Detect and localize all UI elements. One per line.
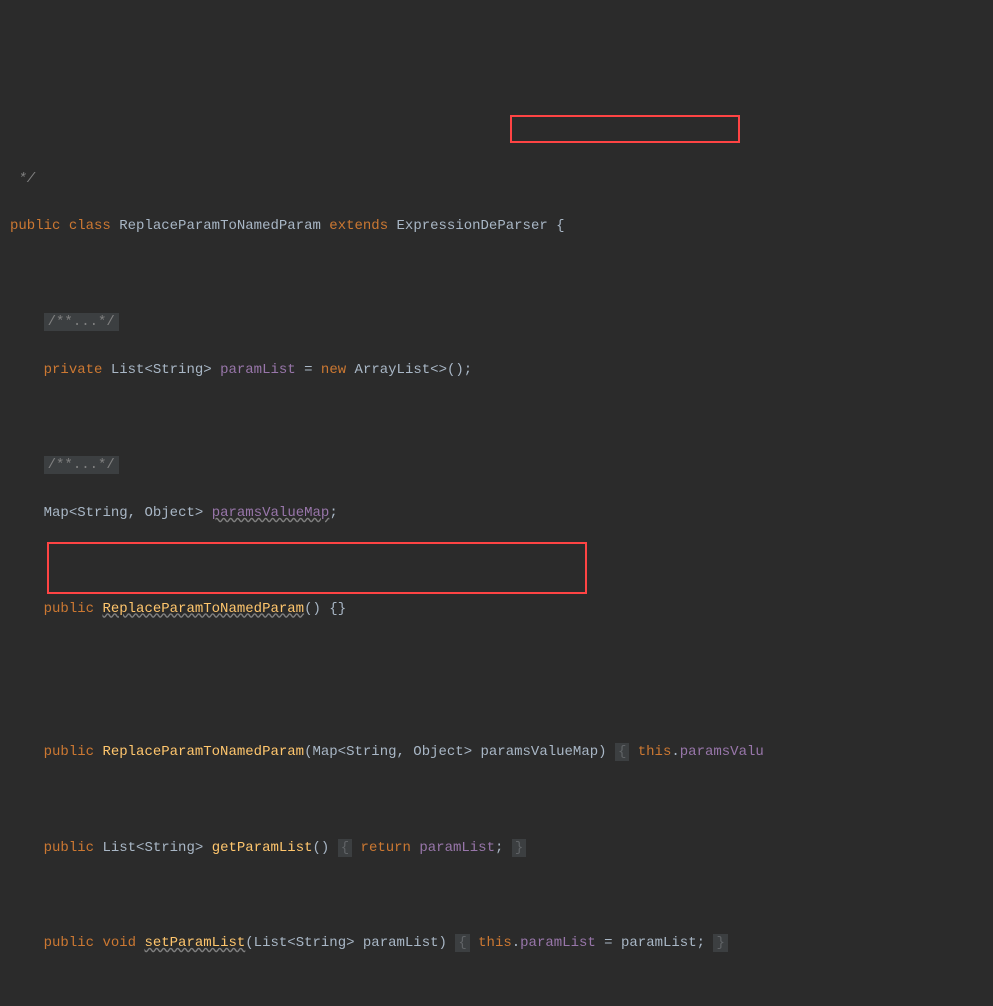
highlight-superclass bbox=[510, 115, 740, 143]
field-ref: paramsValu bbox=[680, 744, 764, 760]
type: Object bbox=[144, 505, 194, 521]
type: String bbox=[153, 362, 203, 378]
diamond: <> bbox=[430, 362, 447, 378]
keyword-public: public bbox=[44, 744, 94, 760]
keyword-return: return bbox=[361, 840, 411, 856]
class-name: ReplaceParamToNamedParam bbox=[119, 218, 321, 234]
params: (List<String> paramList) bbox=[245, 935, 447, 951]
field-ref: paramList bbox=[520, 935, 596, 951]
constructor-name: ReplaceParamToNamedParam bbox=[102, 744, 304, 760]
code-line[interactable] bbox=[10, 549, 983, 573]
code-line[interactable]: /**...*/ bbox=[10, 310, 983, 334]
comment-close: */ bbox=[18, 171, 35, 187]
type: List bbox=[102, 840, 136, 856]
keyword-this: this bbox=[478, 935, 512, 951]
param-ref: paramList bbox=[621, 935, 697, 951]
code-line[interactable] bbox=[10, 692, 983, 716]
code-line[interactable] bbox=[10, 884, 983, 908]
code-line[interactable]: public class ReplaceParamToNamedParam ex… bbox=[10, 214, 983, 238]
field-paramlist: paramList bbox=[220, 362, 296, 378]
constructor-name: ReplaceParamToNamedParam bbox=[102, 601, 304, 617]
type: String bbox=[144, 840, 194, 856]
brace: { bbox=[455, 934, 469, 952]
collapsed-javadoc[interactable]: /**...*/ bbox=[44, 456, 119, 474]
open-brace: { bbox=[556, 218, 564, 234]
code-line[interactable]: Map<String, Object> paramsValueMap; bbox=[10, 501, 983, 525]
code-line[interactable]: private List<String> paramList = new Arr… bbox=[10, 358, 983, 382]
keyword-class: class bbox=[69, 218, 111, 234]
brace: } bbox=[512, 839, 526, 857]
type: ArrayList bbox=[355, 362, 431, 378]
type: List bbox=[111, 362, 145, 378]
type: String bbox=[77, 505, 127, 521]
keyword-extends: extends bbox=[329, 218, 388, 234]
code-line[interactable]: public ReplaceParamToNamedParam(Map<Stri… bbox=[10, 740, 983, 764]
dot: . bbox=[512, 935, 520, 951]
keyword-private: private bbox=[44, 362, 103, 378]
code-line[interactable] bbox=[10, 262, 983, 286]
keyword-public: public bbox=[44, 601, 94, 617]
brace: } bbox=[713, 934, 727, 952]
code-line[interactable] bbox=[10, 406, 983, 430]
keyword-this: this bbox=[638, 744, 672, 760]
brace: { bbox=[338, 839, 352, 857]
equals: = bbox=[296, 362, 321, 378]
collapsed-javadoc[interactable]: /**...*/ bbox=[44, 313, 119, 331]
method-getparamlist: getParamList bbox=[212, 840, 313, 856]
code-line[interactable]: /**...*/ bbox=[10, 453, 983, 477]
params: (Map<String, Object> paramsValueMap) bbox=[304, 744, 606, 760]
type: Map bbox=[44, 505, 69, 521]
empty-braces: {} bbox=[329, 601, 346, 617]
keyword-public: public bbox=[10, 218, 60, 234]
keyword-public: public bbox=[44, 840, 94, 856]
dot: . bbox=[671, 744, 679, 760]
superclass-name: ExpressionDeParser bbox=[397, 218, 548, 234]
code-line[interactable] bbox=[10, 979, 983, 1003]
field-ref: paramList bbox=[419, 840, 495, 856]
field-paramsvaluemap: paramsValueMap bbox=[212, 505, 330, 521]
code-editor[interactable]: */ public class ReplaceParamToNamedParam… bbox=[0, 95, 993, 1006]
code-line[interactable] bbox=[10, 645, 983, 669]
keyword-new: new bbox=[321, 362, 346, 378]
code-line[interactable]: public List<String> getParamList() { ret… bbox=[10, 836, 983, 860]
code-line[interactable] bbox=[10, 788, 983, 812]
brace: { bbox=[615, 743, 629, 761]
keyword-public: public bbox=[44, 935, 94, 951]
semicolon: ; bbox=[329, 505, 337, 521]
code-line[interactable]: */ bbox=[10, 167, 983, 191]
code-line[interactable]: public void setParamList(List<String> pa… bbox=[10, 931, 983, 955]
keyword-void: void bbox=[102, 935, 136, 951]
parens: (); bbox=[447, 362, 472, 378]
method-setparamlist: setParamList bbox=[144, 935, 245, 951]
code-line[interactable]: public ReplaceParamToNamedParam() {} bbox=[10, 597, 983, 621]
